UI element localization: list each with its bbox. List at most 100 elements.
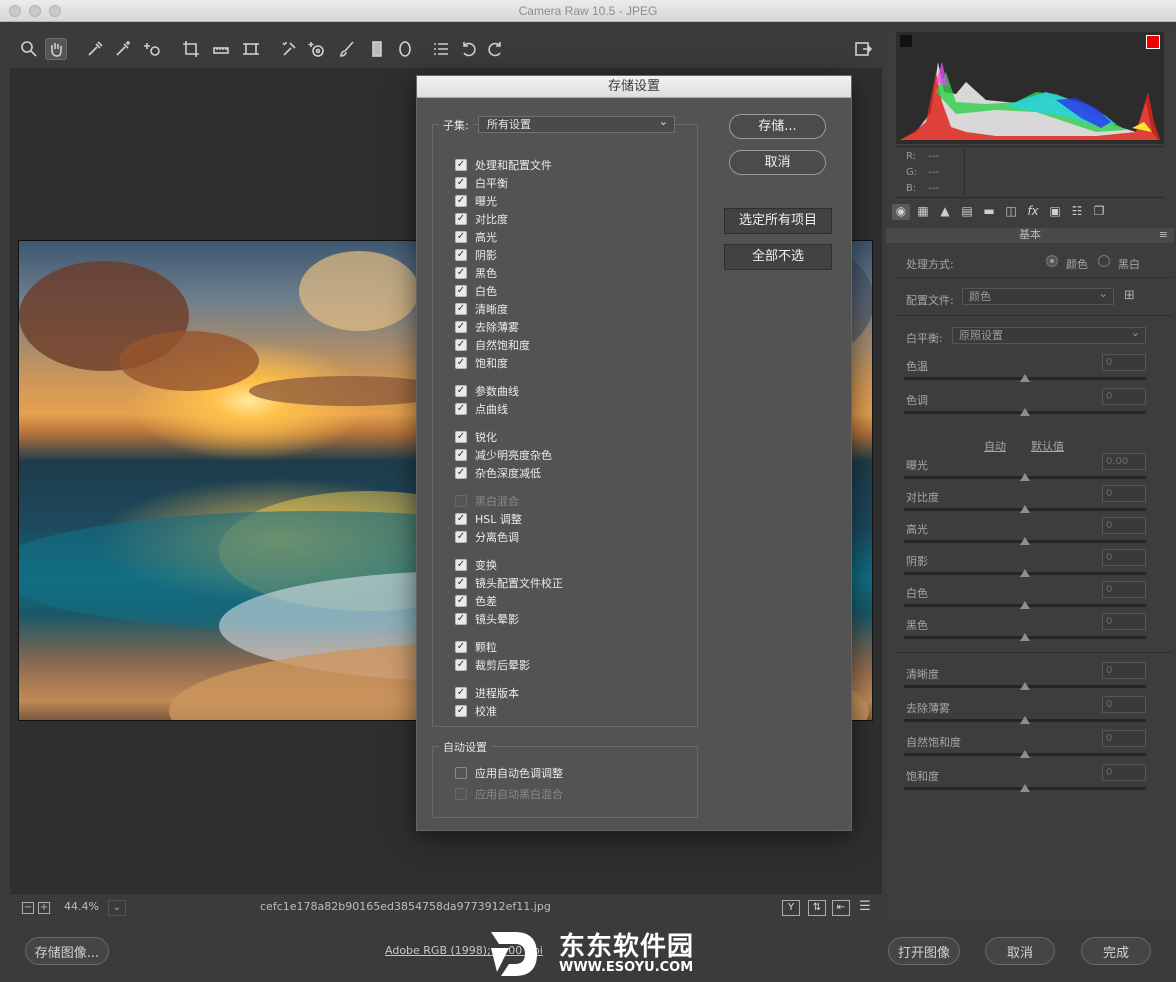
checkbox-box[interactable]: ✓	[455, 249, 467, 261]
open-in-photoshop-icon[interactable]	[852, 38, 874, 60]
dehaze-slider[interactable]	[904, 716, 1146, 724]
rotate-left-icon[interactable]	[458, 38, 480, 60]
checkbox-box[interactable]: ✓	[455, 595, 467, 607]
open-image-button[interactable]: 打开图像	[888, 937, 960, 965]
checkbox-box[interactable]: ✓	[455, 788, 467, 800]
setting-checkbox[interactable]: ✓ 黑色	[455, 265, 497, 281]
checkbox-box[interactable]: ✓	[455, 705, 467, 717]
profile-dropdown[interactable]: 颜色	[962, 286, 1114, 305]
whites-slider[interactable]	[904, 601, 1146, 609]
auto-link[interactable]: 自动	[984, 438, 1006, 454]
auto-setting-checkbox[interactable]: ✓ 应用自动黑白混合	[455, 786, 563, 802]
radial-filter-icon[interactable]	[394, 38, 416, 60]
slider-thumb[interactable]	[1020, 716, 1030, 724]
saturation-slider[interactable]	[904, 784, 1146, 792]
tab-effects-icon[interactable]: fx	[1024, 204, 1042, 220]
checkbox-box[interactable]: ✓	[455, 177, 467, 189]
contrast-value[interactable]: 0	[1102, 485, 1146, 502]
checkbox-box[interactable]: ✓	[455, 357, 467, 369]
exposure-value[interactable]: 0.00	[1102, 453, 1146, 470]
zoom-out-button[interactable]: −	[22, 902, 34, 914]
checkbox-box[interactable]: ✓	[455, 385, 467, 397]
setting-checkbox[interactable]: ✓ 去除薄雾	[455, 319, 519, 335]
tab-presets-icon[interactable]: ☷	[1068, 204, 1086, 220]
shadows-value[interactable]: 0	[1102, 549, 1146, 566]
clarity-slider[interactable]	[904, 682, 1146, 690]
slider-thumb[interactable]	[1020, 750, 1030, 758]
save-image-button[interactable]: 存储图像...	[25, 937, 109, 965]
slider-thumb[interactable]	[1020, 601, 1030, 609]
saturation-value[interactable]: 0	[1102, 764, 1146, 781]
setting-checkbox[interactable]: ✓ 分离色调	[455, 529, 519, 545]
presets-list-icon[interactable]	[430, 38, 452, 60]
highlights-value[interactable]: 0	[1102, 517, 1146, 534]
default-link[interactable]: 默认值	[1031, 438, 1064, 454]
blacks-slider[interactable]	[904, 633, 1146, 641]
tint-slider[interactable]	[904, 408, 1146, 416]
red-eye-icon[interactable]	[306, 38, 328, 60]
tab-split-toning-icon[interactable]: ▬	[980, 204, 998, 220]
setting-checkbox[interactable]: ✓ 高光	[455, 229, 497, 245]
targeted-adjust-icon[interactable]	[142, 38, 164, 60]
slider-thumb[interactable]	[1020, 473, 1030, 481]
toggle-settings-icon[interactable]: ☰	[856, 900, 874, 916]
setting-checkbox[interactable]: ✓ 对比度	[455, 211, 508, 227]
setting-checkbox[interactable]: ✓ 参数曲线	[455, 383, 519, 399]
hand-icon[interactable]	[45, 38, 67, 60]
whites-value[interactable]: 0	[1102, 581, 1146, 598]
setting-checkbox[interactable]: ✓ 减少明亮度杂色	[455, 447, 552, 463]
transform-icon[interactable]	[240, 38, 262, 60]
blacks-value[interactable]: 0	[1102, 613, 1146, 630]
white-balance-icon[interactable]	[84, 38, 106, 60]
slider-thumb[interactable]	[1020, 569, 1030, 577]
done-button[interactable]: 完成	[1081, 937, 1151, 965]
shadows-slider[interactable]	[904, 569, 1146, 577]
zoom-icon[interactable]	[18, 38, 40, 60]
setting-checkbox[interactable]: ✓ 镜头配置文件校正	[455, 575, 563, 591]
checkbox-box[interactable]: ✓	[455, 267, 467, 279]
auto-setting-checkbox[interactable]: ✓ 应用自动色调调整	[455, 765, 563, 781]
adjustment-brush-icon[interactable]	[336, 38, 358, 60]
tint-value[interactable]: 0	[1102, 388, 1146, 405]
dehaze-value[interactable]: 0	[1102, 696, 1146, 713]
tab-snapshots-icon[interactable]: ❐	[1090, 204, 1108, 220]
setting-checkbox[interactable]: ✓ 点曲线	[455, 401, 508, 417]
checkbox-box[interactable]: ✓	[455, 495, 467, 507]
slider-thumb[interactable]	[1020, 682, 1030, 690]
save-button[interactable]: 存储...	[729, 114, 826, 139]
checkbox-box[interactable]: ✓	[455, 449, 467, 461]
checkbox-box[interactable]: ✓	[455, 531, 467, 543]
straighten-icon[interactable]	[210, 38, 232, 60]
tab-basic-icon[interactable]: ◉	[892, 204, 910, 220]
contrast-slider[interactable]	[904, 505, 1146, 513]
tab-lens-icon[interactable]: ◫	[1002, 204, 1020, 220]
setting-checkbox[interactable]: ✓ 校准	[455, 703, 497, 719]
vibrance-slider[interactable]	[904, 750, 1146, 758]
temperature-slider[interactable]	[904, 374, 1146, 382]
checkbox-box[interactable]: ✓	[455, 431, 467, 443]
checkbox-box[interactable]: ✓	[455, 767, 467, 779]
graduated-filter-icon[interactable]	[366, 38, 388, 60]
zoom-in-button[interactable]: +	[38, 902, 50, 914]
clarity-value[interactable]: 0	[1102, 662, 1146, 679]
slider-thumb[interactable]	[1020, 408, 1030, 416]
treatment-bw-radio[interactable]	[1098, 255, 1110, 267]
white-balance-dropdown[interactable]: 原照设置	[952, 325, 1146, 344]
highlights-slider[interactable]	[904, 537, 1146, 545]
checkbox-box[interactable]: ✓	[455, 641, 467, 653]
panel-menu-icon[interactable]: ≡	[1159, 228, 1168, 242]
crop-icon[interactable]	[180, 38, 202, 60]
setting-checkbox[interactable]: ✓ 白平衡	[455, 175, 508, 191]
dialog-cancel-button[interactable]: 取消	[729, 150, 826, 175]
swap-icon[interactable]: ⇅	[808, 900, 826, 916]
setting-checkbox[interactable]: ✓ 清晰度	[455, 301, 508, 317]
subset-dropdown[interactable]: 所有设置	[478, 114, 675, 133]
slider-thumb[interactable]	[1020, 784, 1030, 792]
setting-checkbox[interactable]: ✓ 镜头晕影	[455, 611, 519, 627]
checkbox-box[interactable]: ✓	[455, 303, 467, 315]
checkbox-box[interactable]: ✓	[455, 231, 467, 243]
exposure-slider[interactable]	[904, 473, 1146, 481]
setting-checkbox[interactable]: ✓ 色差	[455, 593, 497, 609]
checkbox-box[interactable]: ✓	[455, 659, 467, 671]
checkbox-box[interactable]: ✓	[455, 559, 467, 571]
